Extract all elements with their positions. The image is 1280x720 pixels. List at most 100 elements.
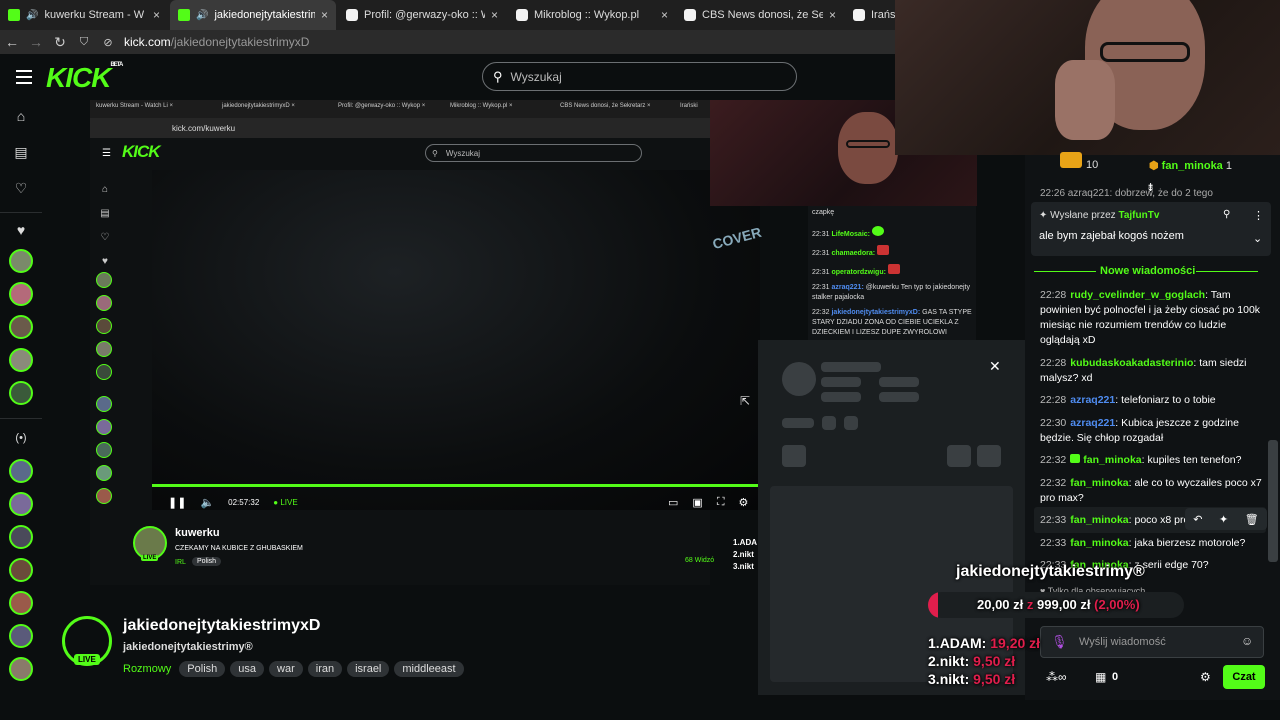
avatar[interactable] bbox=[9, 525, 33, 549]
subscriber-badge-icon bbox=[1060, 152, 1082, 168]
send-chat-button[interactable]: Czat bbox=[1223, 665, 1265, 689]
close-tab-icon[interactable]: × bbox=[829, 8, 836, 22]
browser-tab-mikroblog[interactable]: Mikroblog :: Wykop.pl × bbox=[508, 0, 676, 30]
tab-title: Irański bbox=[871, 9, 895, 21]
pin-icon[interactable]: ✦ bbox=[1219, 513, 1228, 526]
player-right-controls: ▭ ▣ ⛶ ⚙ bbox=[668, 496, 748, 509]
search-input[interactable]: ⚲ Wyszukaj bbox=[482, 62, 797, 91]
settings-icon[interactable]: ⚙ bbox=[739, 496, 749, 509]
tags-row: Rozmowy Polish usa war iran israel middl… bbox=[123, 661, 469, 677]
wykop-favicon-icon bbox=[853, 9, 865, 21]
avatar[interactable] bbox=[9, 381, 33, 405]
leader-row: 2.nikt: 9,50 zł bbox=[928, 653, 1016, 669]
pause-icon[interactable]: ❚❚ bbox=[168, 496, 186, 509]
browser-tab-profil[interactable]: Profil: @gerwazy-oko :: Wykop.p × bbox=[338, 0, 506, 30]
close-modal-icon[interactable]: ✕ bbox=[989, 358, 1001, 375]
divider bbox=[1196, 271, 1258, 272]
inner-stream-title: CZEKAMY NA KUBICE Z GHUBASKIEM bbox=[175, 545, 303, 552]
speaker-icon: 🔊 bbox=[26, 9, 39, 21]
fullscreen-icon[interactable]: ⛶ bbox=[717, 496, 725, 509]
tab-title: jakiedonejtytakiestrimyxD S bbox=[214, 9, 315, 21]
browser-tab-cbs[interactable]: CBS News donosi, że Sekretarz S × bbox=[676, 0, 844, 30]
kick-logo[interactable]: KICKBETA bbox=[46, 62, 123, 94]
chat-input[interactable]: 🎙 Wyślij wiadomość ☺ bbox=[1040, 626, 1264, 658]
inner-tag: Polish bbox=[192, 557, 222, 566]
home-icon[interactable]: ⌂ bbox=[11, 108, 31, 126]
tag[interactable]: israel bbox=[347, 661, 390, 677]
store-icon[interactable]: ▦ bbox=[1095, 670, 1106, 684]
close-tab-icon[interactable]: × bbox=[491, 8, 498, 22]
avatar[interactable] bbox=[9, 282, 33, 306]
close-tab-icon[interactable]: × bbox=[153, 8, 160, 22]
channel-points-icon[interactable]: ⁂∞ bbox=[1046, 670, 1067, 684]
close-tab-icon[interactable]: × bbox=[321, 8, 328, 22]
site-info-icon[interactable]: ⛉ bbox=[72, 36, 96, 49]
live-broadcast-icon: (•) bbox=[15, 432, 27, 444]
avatar[interactable] bbox=[9, 459, 33, 483]
close-tab-icon[interactable]: × bbox=[661, 8, 668, 22]
chat-scrollbar[interactable] bbox=[1268, 440, 1278, 562]
inner-tab: CBS News donosi, że Sekretarz × bbox=[560, 103, 651, 109]
popout-icon[interactable]: ⇱ bbox=[740, 394, 750, 408]
avatar[interactable] bbox=[9, 558, 33, 582]
pin-collapse-icon[interactable]: ⇟ bbox=[1146, 181, 1155, 194]
following-icon[interactable]: ♡ bbox=[11, 180, 31, 198]
pinned-message[interactable]: ✦ Wysłane przez TajfunTv ⚲ ⋮ ale bym zaj… bbox=[1031, 202, 1271, 256]
browse-icon[interactable]: ▤ bbox=[11, 144, 31, 162]
reload-icon[interactable]: ↻ bbox=[48, 34, 72, 51]
browser-tab-kuwerku[interactable]: 🔊 kuwerku Stream - Watch Liv × bbox=[0, 0, 168, 30]
inner-hamburger-icon: ☰ bbox=[102, 148, 111, 159]
inner-sidebar: ⌂ ▤ ♡ ♥ bbox=[100, 184, 110, 267]
avatar[interactable] bbox=[9, 624, 33, 648]
avatar[interactable] bbox=[9, 657, 33, 681]
tag[interactable]: iran bbox=[307, 661, 343, 677]
player-controls: ❚❚ 🔈 02:57:32 ● LIVE bbox=[168, 496, 298, 509]
inner-kick-logo: KICK bbox=[122, 142, 161, 161]
chat-settings-icon[interactable]: ⚙ bbox=[1200, 670, 1211, 684]
emoji-icon[interactable]: ☺ bbox=[1241, 634, 1253, 648]
channel-name[interactable]: jakiedonejtytakiestrimyxD bbox=[123, 617, 320, 635]
stream-title: jakiedonejtytakiestrimy® bbox=[123, 641, 253, 653]
forward-arrow-icon[interactable]: → bbox=[24, 34, 48, 50]
top-gifter: ⬢ fan_minoka 1 bbox=[1149, 160, 1232, 172]
delete-icon[interactable]: 🗑 bbox=[1245, 513, 1259, 526]
browser-tab-iranski[interactable]: Irański bbox=[845, 0, 895, 30]
tab-title: Mikroblog :: Wykop.pl bbox=[534, 9, 640, 21]
avatar[interactable] bbox=[9, 348, 33, 372]
leader-row: 1.ADAM: 19,20 zł bbox=[928, 635, 1041, 651]
browser-tab-jakiedonejty[interactable]: 🔊 jakiedonejtytakiestrimyxD S × bbox=[170, 0, 336, 30]
tab-title: Profil: @gerwazy-oko :: Wykop.p bbox=[364, 9, 485, 21]
tab-title: CBS News donosi, że Sekretarz S bbox=[702, 9, 823, 21]
tag[interactable]: war bbox=[269, 661, 303, 677]
pip-icon[interactable]: ▣ bbox=[692, 496, 702, 509]
hamburger-menu-icon[interactable] bbox=[16, 70, 32, 84]
reply-icon[interactable]: ↶ bbox=[1193, 513, 1202, 526]
tag[interactable]: usa bbox=[230, 661, 265, 677]
volume-icon[interactable]: 🔈 bbox=[200, 496, 214, 509]
avatar[interactable] bbox=[9, 249, 33, 273]
pinned-text: ale bym zajebał kogoś nożem bbox=[1039, 230, 1184, 242]
tracking-off-icon[interactable]: ⊘ bbox=[96, 36, 120, 49]
donation-goal-text: 20,00 zł z 999,00 zł (2,00%) bbox=[977, 597, 1140, 612]
avatar[interactable] bbox=[9, 315, 33, 339]
category-link[interactable]: Rozmowy bbox=[123, 663, 171, 675]
unpin-icon[interactable]: ⚲ bbox=[1223, 209, 1230, 220]
sub-badge-icon bbox=[1070, 454, 1081, 463]
inner-video[interactable]: COVER ❚❚ 🔈 02:57:32 ● LIVE ▭ ▣ ⛶ ⚙ ⇱ bbox=[152, 170, 763, 510]
tag[interactable]: middleeast bbox=[394, 661, 464, 677]
wykop-favicon-icon bbox=[684, 9, 696, 21]
hand bbox=[1055, 60, 1115, 140]
url-field[interactable]: kick.com/jakiedonejtytakiestrimyxD bbox=[124, 35, 309, 49]
inner-url-bar: kick.com/kuwerku bbox=[90, 118, 710, 138]
chat-message: 22:32 fan_minoka: ale co to wyczailes poc… bbox=[1040, 477, 1262, 504]
tag[interactable]: Polish bbox=[179, 661, 226, 677]
more-options-icon[interactable]: ⋮ bbox=[1253, 209, 1264, 222]
progress-track[interactable] bbox=[152, 484, 760, 487]
microphone-icon[interactable]: 🎙 bbox=[1051, 634, 1068, 650]
theater-icon[interactable]: ▭ bbox=[668, 496, 678, 509]
back-arrow-icon[interactable]: ← bbox=[0, 34, 24, 50]
avatar[interactable] bbox=[9, 591, 33, 615]
inner-tab: kuwerku Stream - Watch Li × bbox=[96, 103, 173, 109]
chevron-down-icon[interactable]: ⌄ bbox=[1253, 232, 1262, 245]
avatar[interactable] bbox=[9, 492, 33, 516]
